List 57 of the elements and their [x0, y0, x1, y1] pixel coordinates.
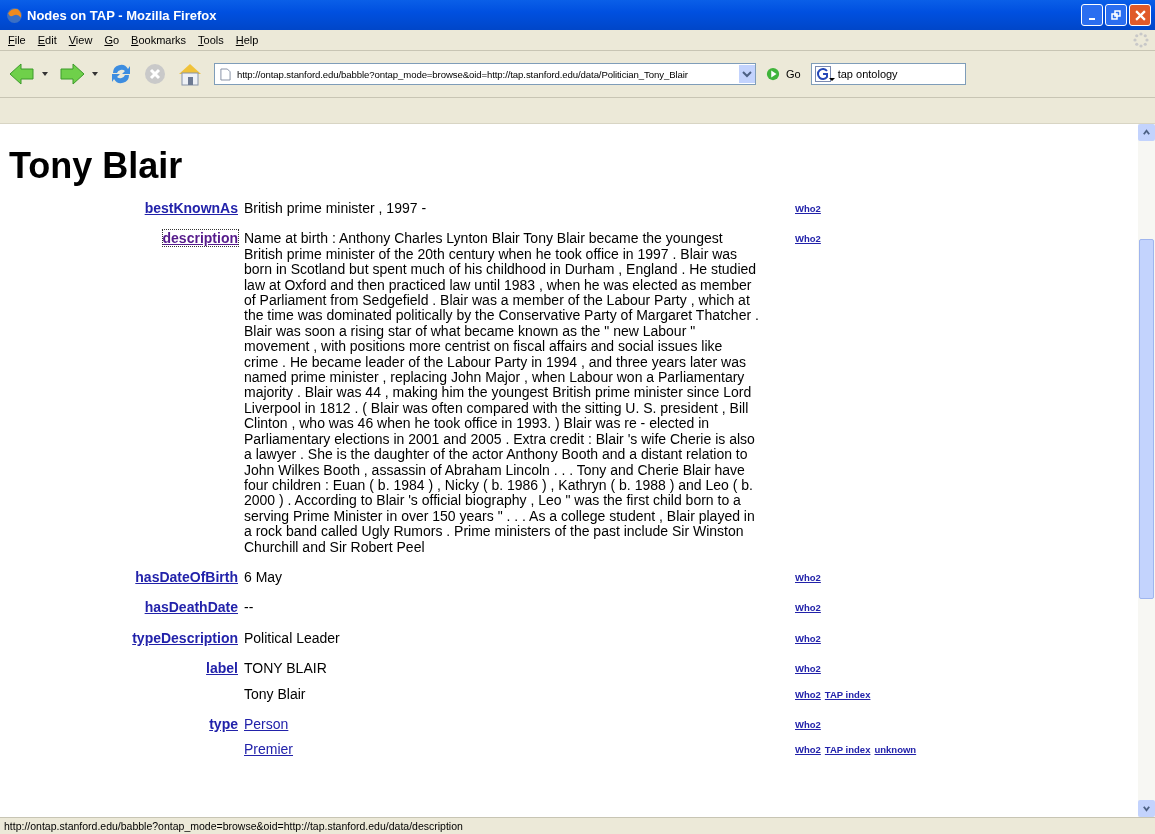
value-link[interactable]: Person	[244, 715, 289, 732]
restore-icon	[1111, 10, 1121, 20]
close-icon	[1134, 9, 1146, 21]
property-link[interactable]: hasDateOfBirth	[135, 568, 238, 585]
property-link[interactable]: type	[209, 715, 238, 732]
property-value: British prime minister , 1997 -	[244, 200, 427, 216]
scroll-up-icon[interactable]	[1142, 128, 1151, 137]
property-value: Name at birth : Anthony Charles Lynton Blair Tony Blair became the youngest British prime minister of the 20th century when he took office in 1997 . Blair was born in Scotland but spent much of his childhood in Durham , England . He studied law at Oxford and then practiced law until 1983 , when he was elected as member of Parliament from Sedgefield . Blair was a member of the Labour Party , which at the time was dominated politically by the Conservative Party of Margaret Thatcher . Blair was soon a rising star of what became known as the " new Labour " movement , with positions more centrist on fiscal affairs and social issues like crime . He became leader of the Labour Party in 1994 , and three years later was named prime minister , replacing John Major , when Labour won a Parliamentary majority . Blair was 44 , making him the youngest British prime minister since Lord Liverpool in 1812 . ( Blair was often compared with the sitting U. S. president , Bill Clinton , who was 46 when he took office in 1993. ) Blair was re - elected in Parliamentary elections in 2001 and 2005 . Extra credit : Blair 's wife Cherie is also a lawyer . She is the daughter of the actor Anthony Booth and a distant relation to John Wilkes Booth , assassin of Abraham Lincoln . . . Tony and Cherie Blair have four children : Euan ( b. 1984 ) , Nicky ( b. 1986 ) , Kathryn ( b. 1988 ) and Leo ( b. 2000 ) . According to Blair 's official biography , Leo " was the first child born to a serving Prime Minister in over 150 years " . . . As a college student , Blair played in a rock band called Ugly Rumors . Prime ministers of the past include Sir Winston Churchill and Sir Robert Peel	[244, 230, 759, 555]
source-link[interactable]: Who2	[795, 630, 821, 647]
source-link[interactable]: Who2	[795, 661, 821, 677]
globe-icon	[6, 6, 23, 24]
menu-item[interactable]: Bookmarks	[125, 33, 193, 47]
property-link[interactable]: hasDeathDate	[144, 599, 238, 616]
restore-button[interactable]	[1105, 4, 1127, 26]
close-button[interactable]	[1129, 4, 1151, 26]
address-field[interactable]: http://ontap.stanford.edu/babble?ontap_mode=browse&oid=http://tap.stanford.edu/data/Politician_Tony_Blair	[214, 63, 756, 85]
source-link[interactable]: Who2	[795, 600, 821, 616]
window-title: Nodes on TAP - Mozilla Firefox	[27, 7, 218, 23]
source-link[interactable]: unknown	[874, 742, 917, 758]
scrollbar[interactable]	[1138, 124, 1155, 817]
property-value: 6 May	[244, 568, 283, 585]
property-link[interactable]: typeDescription	[132, 629, 238, 646]
throbber-icon	[1133, 32, 1149, 48]
property-value: Tony Blair	[244, 685, 306, 702]
search-engine-icon[interactable]	[814, 66, 835, 82]
page-heading: Tony Blair	[9, 146, 184, 186]
scroll-down-icon[interactable]	[1142, 804, 1151, 813]
source-link[interactable]: TAP index	[824, 686, 871, 702]
page-icon	[220, 67, 231, 81]
dropdown-icon[interactable]	[92, 72, 98, 76]
property-value: Political Leader	[244, 629, 340, 646]
source-link[interactable]: Who2	[795, 686, 821, 702]
property-value: TONY BLAIR	[244, 660, 327, 677]
dropdown-icon[interactable]	[42, 72, 48, 76]
menu-item[interactable]: Go	[98, 33, 126, 47]
search-field[interactable]: tap ontology	[810, 63, 966, 85]
menu-item[interactable]: Tools	[192, 33, 230, 47]
go-button[interactable]: Go	[760, 67, 807, 81]
source-link[interactable]: Who2	[795, 231, 821, 247]
source-link[interactable]: Who2	[795, 201, 821, 217]
property-link[interactable]: bestKnownAs	[144, 200, 238, 216]
property-link[interactable]: label	[206, 660, 238, 677]
play-icon	[766, 67, 780, 81]
minimize-icon	[1089, 18, 1095, 20]
property-value: --	[244, 599, 254, 616]
value-link[interactable]: Premier	[244, 741, 293, 758]
source-link[interactable]: Who2	[795, 742, 821, 758]
status-bar: http://ontap.stanford.edu/babble?ontap_mode=browse&oid=http://tap.stanford.edu/data/description	[0, 817, 1155, 834]
source-link[interactable]: Who2	[795, 569, 821, 586]
source-link[interactable]: Who2	[795, 716, 821, 733]
menu-item[interactable]: File	[2, 33, 32, 47]
menu-item[interactable]: Help	[229, 33, 265, 47]
minimize-button[interactable]	[1081, 4, 1103, 26]
source-link[interactable]: TAP index	[824, 742, 871, 758]
menu-item[interactable]: View	[62, 33, 99, 47]
property-link[interactable]: description	[162, 230, 238, 247]
menu-item[interactable]: Edit	[31, 33, 63, 47]
